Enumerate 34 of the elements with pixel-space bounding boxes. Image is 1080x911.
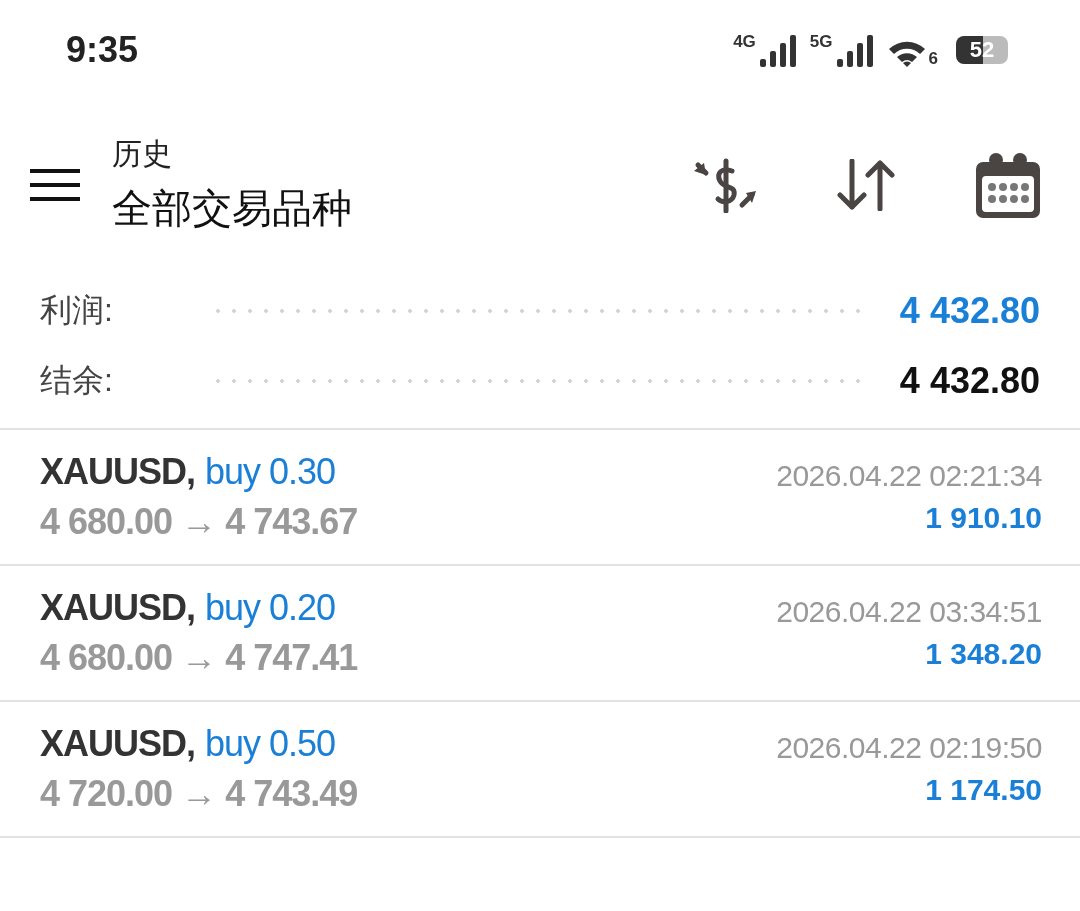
trade-side: buy 0.20 [205,587,336,629]
wifi-label: 6 [928,50,938,67]
symbol-filter: 全部交易品种 [112,185,353,232]
trade-side: buy 0.50 [205,723,336,765]
network-label: 4G [733,33,756,50]
trade-prices: 4 680.00 → 4 747.41 [40,637,358,679]
summary-value: 4 432.80 [899,290,1040,332]
trade-time: 2026.04.22 02:21:34 [776,459,1042,493]
trade-profit: 1 348.20 [925,637,1042,671]
sort-icon[interactable] [836,159,898,211]
currency-exchange-icon[interactable] [692,157,758,213]
trade-time: 2026.04.22 02:19:50 [776,731,1042,765]
trade-symbol: XAUUSD, [40,587,196,629]
trade-prices: 4 680.00 → 4 743.67 [40,501,358,543]
trade-profit: 1 174.50 [925,773,1042,807]
screen-title: 历史 [112,136,173,172]
summary-value: 4 432.80 [899,360,1040,402]
trade-row[interactable]: XAUUSD, buy 0.20 4 680.00 → 4 747.41 2026.04.22 03:34:51 1 348.20 [0,566,1080,702]
summary-label: 结余: [40,361,114,400]
signal-icon [834,33,875,67]
trade-symbol: XAUUSD, [40,451,196,493]
trade-prices: 4 720.00 → 4 743.49 [40,773,358,815]
menu-icon[interactable] [30,167,80,203]
network-label: 5G [809,33,833,50]
signal-icon [757,33,798,67]
trade-profit: 1 910.10 [925,501,1042,535]
trade-time: 2026.04.22 03:34:51 [776,595,1042,629]
trade-row[interactable]: XAUUSD, buy 0.30 4 680.00 → 4 743.67 2026.04.22 02:21:34 1 910.10 [0,430,1080,566]
clock: 9:35 [66,29,139,71]
calendar-icon[interactable] [976,152,1040,218]
trade-side: buy 0.30 [205,451,336,493]
trade-row[interactable]: XAUUSD, buy 0.50 4 720.00 → 4 743.49 2026.04.22 02:19:50 1 174.50 [0,702,1080,838]
summary-label: 利润: [40,291,114,330]
trade-symbol: XAUUSD, [40,723,196,765]
